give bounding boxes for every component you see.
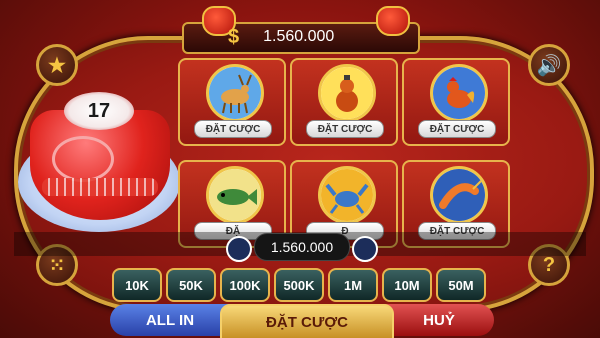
bet-amount-value: 1.560.000 xyxy=(270,239,334,255)
bet-card-deer[interactable]: ĐẶT CƯỢC xyxy=(178,58,286,146)
balance-display: $ 1.560.000 xyxy=(228,25,378,49)
fish-motif-icon xyxy=(52,136,114,182)
chip-10k[interactable]: 10K xyxy=(112,268,162,302)
deer-icon xyxy=(206,64,264,122)
star-button[interactable]: ★ xyxy=(36,44,78,86)
rooster-icon xyxy=(430,64,488,122)
gourd-icon xyxy=(318,64,376,122)
chip-10m[interactable]: 10M xyxy=(382,268,432,302)
bowl-pattern xyxy=(42,178,158,196)
all-in-button[interactable]: ALL IN xyxy=(110,304,230,336)
balance-value: 1.560.000 xyxy=(263,28,335,45)
star-icon: ★ xyxy=(48,54,66,77)
place-bet-button[interactable]: ĐẶT CƯỢC xyxy=(220,304,394,338)
chip-avatar-icon xyxy=(226,236,252,262)
bet-amount-pill: 1.560.000 xyxy=(254,233,350,261)
game-screen: $ 1.560.000 ★ 🔊 ⁙ ? 17 ĐẶT CƯỢC ĐẶT CƯỢC xyxy=(0,0,600,338)
round-number: 17 xyxy=(87,99,111,122)
chip-avatar-icon xyxy=(352,236,378,262)
help-icon: ? xyxy=(542,253,556,276)
chip-50m[interactable]: 50M xyxy=(436,268,486,302)
crab-icon xyxy=(318,166,376,224)
dollar-icon: $ xyxy=(228,25,240,48)
dice-icon: ⁙ xyxy=(48,254,66,277)
chip-100k[interactable]: 100K xyxy=(220,268,270,302)
money-bag-icon xyxy=(376,6,410,36)
chip-1m[interactable]: 1M xyxy=(328,268,378,302)
cancel-button[interactable]: HUỶ xyxy=(384,304,494,336)
bet-card-gourd[interactable]: ĐẶT CƯỢC xyxy=(290,58,398,146)
bet-button-rooster[interactable]: ĐẶT CƯỢC xyxy=(418,120,496,138)
chip-500k[interactable]: 500K xyxy=(274,268,324,302)
chip-50k[interactable]: 50K xyxy=(166,268,216,302)
speaker-icon: 🔊 xyxy=(536,54,562,77)
bet-card-rooster[interactable]: ĐẶT CƯỢC xyxy=(402,58,510,146)
bet-button-gourd[interactable]: ĐẶT CƯỢC xyxy=(306,120,384,138)
bet-button-deer[interactable]: ĐẶT CƯỢC xyxy=(194,120,272,138)
sound-button[interactable]: 🔊 xyxy=(528,44,570,86)
fish-icon xyxy=(206,166,264,224)
shrimp-icon xyxy=(430,166,488,224)
bowl-counter: 17 xyxy=(64,92,134,130)
